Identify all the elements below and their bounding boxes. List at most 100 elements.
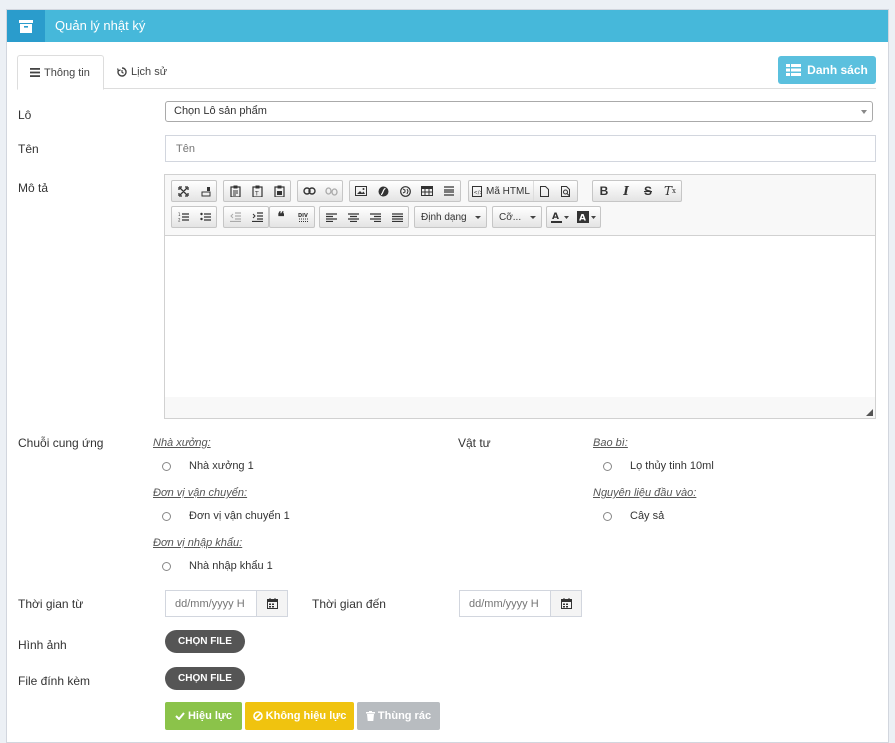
indent-icon[interactable]	[246, 207, 268, 227]
source-html-button[interactable]: </> Mã HTML	[469, 181, 533, 201]
image-label: Hình ảnh	[18, 638, 67, 652]
factory-option[interactable]: Nhà xưởng 1	[162, 460, 254, 472]
toolbar-group-insert	[349, 180, 461, 202]
paste-word-icon[interactable]	[268, 181, 290, 201]
flash-icon[interactable]	[372, 181, 394, 201]
time-to-label: Thời gian đến	[312, 597, 386, 611]
trash-button[interactable]: Thùng rác	[357, 702, 440, 730]
chevron-down-icon	[564, 215, 569, 219]
packaging-group-label: Bao bì:	[593, 437, 628, 449]
preview-icon[interactable]	[555, 181, 577, 201]
toolbar-group-blocks: ❝ DIV	[269, 206, 315, 228]
trash-button-label: Thùng rác	[377, 710, 432, 722]
maximize-icon[interactable]	[172, 181, 194, 201]
align-left-icon[interactable]	[320, 207, 342, 227]
lot-select[interactable]: Chọn Lô sản phẩm	[165, 101, 873, 122]
packaging-option[interactable]: Lọ thủy tinh 10ml	[603, 460, 714, 472]
chevron-down-icon	[591, 215, 596, 219]
valid-button-label: Hiệu lực	[187, 710, 233, 722]
page-title: Quản lý nhật ký	[55, 18, 146, 33]
bulleted-list-icon[interactable]	[194, 207, 216, 227]
time-from-input[interactable]	[165, 590, 257, 617]
align-right-icon[interactable]	[364, 207, 386, 227]
list-icon	[30, 68, 40, 77]
bold-icon[interactable]: B	[593, 181, 615, 201]
raw-material-group-label: Nguyên liệu đầu vào:	[593, 487, 697, 499]
importer-option-label: Nhà nhập khẩu 1	[189, 560, 273, 572]
time-to-input[interactable]	[459, 590, 551, 617]
image-icon[interactable]	[350, 181, 372, 201]
iframe-globe-icon[interactable]	[394, 181, 416, 201]
toolbar-group-link	[297, 180, 343, 202]
table-icon[interactable]	[416, 181, 438, 201]
radio-button[interactable]	[162, 511, 171, 521]
editor-toolbar: T </> Mã HTML B I S T x 1 2 ❝ DIV Định d…	[165, 175, 875, 236]
remove-format-icon[interactable]: Tx	[659, 181, 681, 201]
chevron-down-icon	[530, 216, 536, 219]
panel-header: Quản lý nhật ký	[7, 10, 888, 42]
align-center-icon[interactable]	[342, 207, 364, 227]
align-justify-icon[interactable]	[386, 207, 408, 227]
calendar-icon[interactable]	[257, 590, 288, 617]
resize-handle-icon[interactable]	[866, 409, 873, 416]
description-label: Mô tả	[18, 181, 49, 195]
italic-icon[interactable]: I	[615, 181, 637, 201]
invalid-button[interactable]: Không hiệu lực	[245, 702, 354, 730]
chevron-down-icon	[475, 216, 481, 219]
blockquote-icon[interactable]: ❝	[270, 207, 292, 227]
rich-text-editor: T </> Mã HTML B I S T x 1 2 ❝ DIV Định d…	[164, 174, 876, 419]
font-size-dropdown[interactable]: Cỡ...	[492, 206, 542, 228]
background-color-button[interactable]: A	[573, 207, 600, 227]
tab-info-label: Thông tin	[44, 66, 90, 79]
table-list-icon	[786, 64, 802, 76]
source-html-label: Mã HTML	[486, 185, 530, 197]
toolbar-group-colors: A A	[546, 206, 601, 228]
format-dropdown[interactable]: Định dạng	[414, 206, 487, 228]
paste-icon[interactable]	[224, 181, 246, 201]
history-icon	[117, 67, 127, 77]
calendar-icon[interactable]	[551, 590, 582, 617]
factory-group-label: Nhà xưởng:	[153, 437, 211, 449]
svg-text:1: 1	[178, 212, 181, 217]
name-label: Tên	[18, 142, 39, 156]
valid-button[interactable]: Hiệu lực	[165, 702, 242, 730]
time-from-label: Thời gian từ	[18, 597, 84, 611]
svg-text:T: T	[254, 191, 259, 198]
radio-button[interactable]	[603, 511, 612, 521]
choose-image-button[interactable]: CHỌN FILE	[165, 630, 245, 653]
svg-text:2: 2	[178, 218, 181, 223]
show-blocks-icon[interactable]	[194, 181, 216, 201]
strikethrough-icon[interactable]: S	[637, 181, 659, 201]
font-size-dropdown-label: Cỡ...	[499, 211, 522, 223]
list-button-label: Danh sách	[807, 63, 868, 77]
radio-button[interactable]	[603, 461, 612, 471]
importer-option[interactable]: Nhà nhập khẩu 1	[162, 560, 273, 572]
div-container-icon[interactable]: DIV	[292, 207, 314, 227]
outdent-icon[interactable]	[224, 207, 246, 227]
paste-text-icon[interactable]: T	[246, 181, 268, 201]
editor-content-area[interactable]	[165, 236, 875, 397]
horizontal-rule-icon[interactable]	[438, 181, 460, 201]
invalid-button-label: Không hiệu lực	[265, 710, 347, 722]
numbered-list-icon[interactable]: 12	[172, 207, 194, 227]
link-icon[interactable]	[298, 181, 320, 201]
new-page-icon[interactable]	[532, 181, 555, 201]
tab-history[interactable]: Lịch sử	[105, 55, 179, 89]
list-button[interactable]: Danh sách	[778, 56, 876, 84]
unlink-icon[interactable]	[320, 181, 342, 201]
importer-group-label: Đơn vị nhập khẩu:	[153, 537, 243, 549]
check-icon	[175, 712, 185, 720]
radio-button[interactable]	[162, 561, 171, 571]
lot-label: Lô	[18, 108, 32, 122]
name-input[interactable]	[165, 135, 876, 162]
text-color-button[interactable]: A	[547, 207, 573, 227]
choose-attachment-button[interactable]: CHỌN FILE	[165, 667, 245, 690]
transport-option[interactable]: Đơn vị vận chuyển 1	[162, 510, 290, 522]
chevron-down-icon	[861, 110, 867, 114]
tab-info[interactable]: Thông tin	[17, 55, 104, 90]
background-color-icon: A	[577, 211, 589, 223]
trash-icon	[365, 711, 375, 721]
radio-button[interactable]	[162, 461, 171, 471]
lot-select-value: Chọn Lô sản phẩm	[174, 105, 267, 117]
raw-material-option[interactable]: Cây sả	[603, 510, 664, 522]
